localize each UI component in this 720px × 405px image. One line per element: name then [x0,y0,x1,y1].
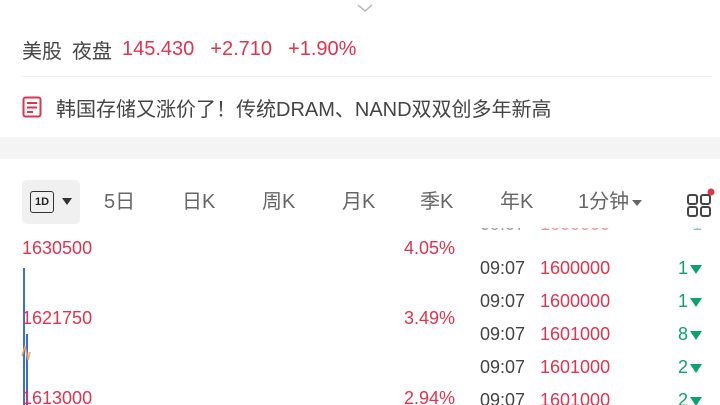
tick-volume-value: 1 [677,258,688,278]
down-triangle-icon [690,264,702,274]
list-item: 09:07 1601000 2 [480,384,710,405]
news-headline: 韩国存储又涨价了！传统DRAM、NAND双双创多年新高 [56,98,552,121]
tick-volume-value: 2 [677,357,688,377]
tick-price: 1601000 [540,357,611,377]
tick-price: 1600000 [540,291,611,311]
tick-volume-value: 1 [677,291,688,311]
y-label-high: 1630500 [22,238,93,258]
tick-price: 1601000 [540,390,611,405]
down-triangle-icon [690,363,702,373]
tab-minute-label: 1分钟 [578,191,630,213]
caret-down-icon [62,198,72,205]
tab-monthly-k[interactable]: 月K [342,180,375,224]
change-percent: +1.90% [288,37,357,60]
tick-volume-value: 2 [677,390,688,405]
divider [22,76,712,77]
tick-price: 1600000 [540,228,610,240]
intraday-chart[interactable]: 1630500 1621750 1613000 4.05% 3.49% 2.94… [0,238,466,405]
list-item: 09:07 1601000 2 [480,351,710,383]
session-label: 夜盘 [72,40,112,63]
night-session-quote: 美股 夜盘 145.430 +2.710 +1.90% [22,34,372,64]
tick-time: 09:07 [480,291,526,311]
tick-time: 09:07 [480,390,526,405]
news-banner[interactable]: 韩国存储又涨价了！传统DRAM、NAND双双创多年新高 [22,90,552,124]
grid-icon[interactable] [686,188,716,218]
tick-volume: 2 [678,351,702,383]
tick-volume: 1 [678,285,702,317]
pct-label-high: 4.05% [404,238,456,258]
pct-label-mid: 3.49% [404,308,456,328]
list-item: 09:07 1601000 8 [480,318,710,350]
section-separator [0,137,720,159]
tick-price: 1600000 [540,258,611,278]
period-tabs: 1D 5日 日K 周K 月K 季K 年K 1分钟 [22,180,720,224]
caret-down-icon [632,199,643,206]
chevron-down-icon[interactable] [356,2,374,14]
tab-1d[interactable]: 1D [22,180,80,224]
down-triangle-icon [690,297,702,307]
tab-daily-k[interactable]: 日K [182,180,215,224]
list-item: 09:07 1600000 1 [480,285,710,317]
tick-volume: 1 [692,228,702,240]
tick-volume: 1 [678,252,702,284]
tick-volume-value: 8 [677,324,688,344]
price-value: 145.430 [122,37,195,60]
tab-quarterly-k[interactable]: 季K [420,180,453,224]
tick-time: 09:07 [480,324,526,344]
y-label-mid: 1621750 [22,308,93,328]
tab-weekly-k[interactable]: 周K [262,180,295,224]
tick-volume: 8 [678,318,702,350]
change-value: +2.710 [210,37,273,60]
news-icon [22,96,42,118]
down-triangle-icon [690,330,702,340]
list-item: 09:07 1600000 1 [480,252,710,284]
tab-5day[interactable]: 5日 [104,180,135,224]
tab-yearly-k[interactable]: 年K [500,180,533,224]
notification-dot [707,188,715,196]
tab-1d-label: 1D [30,191,54,213]
tick-price: 1601000 [540,324,611,344]
down-triangle-icon [690,396,702,405]
tick-time: 09:07 [480,357,526,377]
y-label-low: 1613000 [22,388,93,405]
tab-minute[interactable]: 1分钟 [578,180,643,224]
pct-label-low: 2.94% [404,388,456,405]
tick-list[interactable]: 09:07 1600000 1 09:07 1600000 1 09:07 16… [480,228,720,405]
list-item-partial: 09:07 1600000 1 [480,228,710,240]
tick-volume: 2 [678,384,702,405]
tick-time: 09:07 [480,258,526,278]
tick-time: 09:07 [480,228,525,240]
market-label: 美股 [22,40,62,63]
